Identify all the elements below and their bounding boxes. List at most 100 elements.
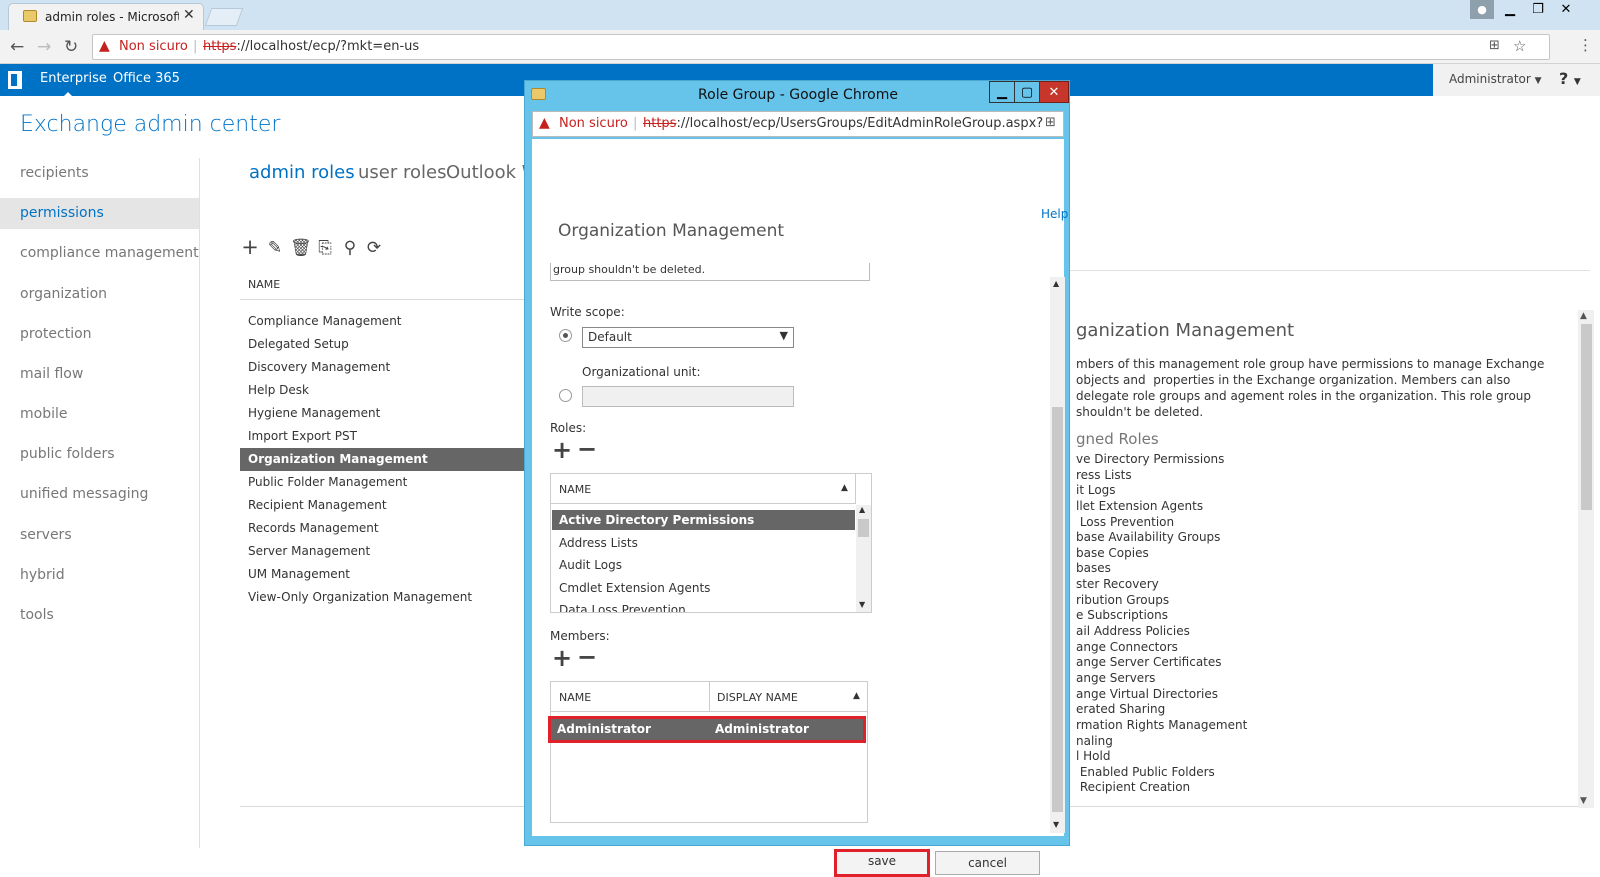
browser-tab[interactable]: admin roles - Microsoft E ✕	[8, 3, 204, 30]
popup-scrollbar[interactable]: ▲ ▼	[1050, 277, 1065, 833]
role-row[interactable]: Address Lists	[552, 533, 855, 553]
ou-input[interactable]	[582, 386, 794, 407]
popup-close-icon[interactable]: ✕	[1039, 81, 1069, 103]
edit-icon[interactable]: ✎	[265, 238, 285, 258]
list-item[interactable]: Help Desk	[240, 379, 530, 402]
add-member-icon[interactable]: +	[552, 644, 572, 672]
popup-restore-icon[interactable]: ▢	[1014, 81, 1040, 103]
back-icon[interactable]: ←	[10, 37, 24, 57]
popup-minimize-icon[interactable]: ▁	[989, 81, 1015, 103]
restore-icon[interactable]: ❐	[1524, 0, 1552, 20]
nav-enterprise[interactable]: Enterprise	[40, 71, 107, 86]
chevron-down-icon: ▼	[779, 329, 788, 342]
new-tab-button[interactable]	[204, 8, 244, 26]
tab-user-roles[interactable]: user roles	[358, 162, 446, 183]
address-bar[interactable]: ▲ Non sicuro | https://localhost/ecp/?mk…	[92, 34, 1550, 60]
warning-icon: ▲	[99, 38, 110, 54]
assigned-role: base Copies	[1076, 545, 1149, 560]
details-scroll-thumb[interactable]	[1581, 324, 1592, 510]
write-scope-select[interactable]: Default ▼	[582, 327, 794, 348]
roles-scrollbar[interactable]: ▲ ▼	[856, 505, 871, 612]
nav-servers[interactable]: servers	[0, 520, 200, 551]
list-item-selected[interactable]: Organization Management	[240, 448, 530, 471]
write-scope-default-radio[interactable]	[559, 329, 572, 342]
popup-scroll-thumb[interactable]	[1052, 407, 1063, 812]
cancel-button[interactable]: cancel	[935, 851, 1040, 875]
nav-public-folders[interactable]: public folders	[0, 439, 200, 470]
bookmark-star-icon[interactable]: ☆	[1513, 37, 1526, 55]
save-button[interactable]: save	[834, 849, 930, 877]
write-scope-ou-radio[interactable]	[559, 389, 572, 402]
list-item[interactable]: Discovery Management	[240, 356, 530, 379]
scroll-up-icon[interactable]: ▲	[859, 505, 865, 514]
members-col-name[interactable]: NAME	[559, 691, 591, 704]
search-icon[interactable]: ⚲	[340, 238, 360, 258]
list-item[interactable]: Public Folder Management	[240, 471, 530, 494]
list-item[interactable]: Recipient Management	[240, 494, 530, 517]
nav-mail-flow[interactable]: mail flow	[0, 359, 200, 390]
nav-unified-messaging[interactable]: unified messaging	[0, 479, 200, 510]
tab-close-icon[interactable]: ✕	[183, 7, 195, 23]
nav-recipients[interactable]: recipients	[0, 158, 200, 189]
nav-hybrid[interactable]: hybrid	[0, 560, 200, 591]
role-row[interactable]: Cmdlet Extension Agents	[552, 578, 855, 598]
translate-icon[interactable]: ⊞	[1489, 38, 1500, 53]
translate-icon[interactable]: ⊞	[1045, 115, 1056, 130]
reload-icon[interactable]: ↻	[64, 37, 78, 57]
selected-indicator	[64, 92, 72, 96]
scroll-down-icon[interactable]: ▼	[1580, 796, 1587, 806]
nav-protection[interactable]: protection	[0, 319, 200, 350]
nav-tools[interactable]: tools	[0, 600, 200, 631]
help-menu[interactable]: ? ▼	[1559, 69, 1581, 88]
close-window-icon[interactable]: ✕	[1552, 0, 1580, 20]
description-textarea[interactable]: group shouldn't be deleted.	[550, 263, 870, 281]
list-header-name[interactable]: NAME	[240, 270, 530, 300]
nav-office365[interactable]: Office 365	[113, 71, 180, 86]
refresh-icon[interactable]: ⟳	[364, 238, 384, 258]
members-col-display-name[interactable]: DISPLAY NAME	[717, 691, 798, 704]
member-row-selected[interactable]: Administrator Administrator	[548, 716, 866, 743]
scroll-down-icon[interactable]: ▼	[1053, 820, 1059, 829]
nav-permissions[interactable]: permissions	[0, 198, 200, 229]
role-row[interactable]: Data Loss Prevention	[552, 600, 855, 612]
forward-icon[interactable]: →	[37, 37, 51, 57]
list-item[interactable]: UM Management	[240, 563, 530, 586]
list-item[interactable]: Compliance Management	[240, 310, 530, 333]
list-item[interactable]: Server Management	[240, 540, 530, 563]
menu-icon[interactable]: ⋮	[1578, 36, 1593, 54]
roles-scroll-thumb[interactable]	[858, 519, 869, 537]
list-item[interactable]: Delegated Setup	[240, 333, 530, 356]
nav-organization[interactable]: organization	[0, 279, 200, 310]
list-bottom-rule	[240, 806, 530, 807]
assigned-role: ange Server Certificates	[1076, 655, 1222, 670]
list-item[interactable]: Import Export PST	[240, 425, 530, 448]
list-item[interactable]: View-Only Organization Management	[240, 586, 530, 609]
list-item[interactable]: Records Management	[240, 517, 530, 540]
add-role-icon[interactable]: +	[552, 436, 572, 464]
scroll-up-icon[interactable]: ▲	[1053, 279, 1059, 288]
add-icon[interactable]: +	[240, 235, 260, 259]
remove-role-icon[interactable]: −	[577, 435, 597, 463]
copy-icon[interactable]: ⎘	[315, 238, 335, 258]
help-link[interactable]: Help	[1041, 207, 1068, 221]
list-item[interactable]: Hygiene Management	[240, 402, 530, 425]
nav-compliance-management[interactable]: compliance management	[0, 238, 200, 269]
admin-menu[interactable]: Administrator ▼	[1449, 72, 1542, 86]
popup-address-bar[interactable]: ▲ Non sicuro | https://localhost/ecp/Use…	[532, 111, 1064, 137]
remove-member-icon[interactable]: −	[577, 643, 597, 671]
roles-grid-header[interactable]: NAME ▲	[551, 474, 856, 504]
minimize-icon[interactable]: ▁	[1496, 0, 1524, 20]
scroll-up-icon[interactable]: ▲	[1580, 311, 1587, 321]
column-divider	[709, 682, 710, 712]
url-scheme: https	[643, 116, 677, 131]
popup-body: Help Organization Management group shoul…	[532, 139, 1068, 877]
role-row[interactable]: Audit Logs	[552, 555, 855, 575]
profile-icon[interactable]: ●	[1470, 0, 1494, 19]
tab-outlook-web-app-policies[interactable]: Outlook W	[446, 162, 524, 183]
tab-admin-roles[interactable]: admin roles	[249, 162, 355, 183]
chevron-down-icon: ▼	[1573, 77, 1581, 87]
role-row-selected[interactable]: Active Directory Permissions	[552, 510, 855, 530]
scroll-down-icon[interactable]: ▼	[859, 600, 865, 609]
delete-icon[interactable]: 🗑	[290, 238, 312, 258]
nav-mobile[interactable]: mobile	[0, 399, 200, 430]
